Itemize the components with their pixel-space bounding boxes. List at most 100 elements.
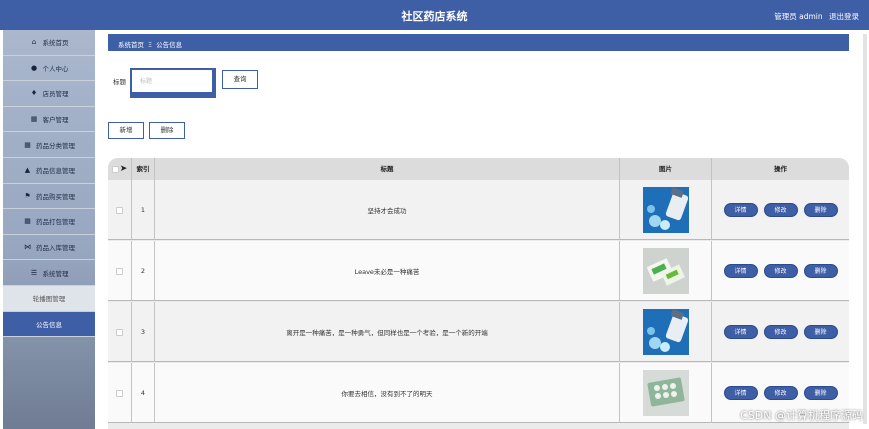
row-checkbox[interactable] — [116, 328, 123, 336]
row-title: 坚持才会成功 — [155, 180, 620, 240]
row-select-cell — [108, 302, 132, 362]
row-image-cell — [620, 363, 712, 423]
row-image-cell — [620, 302, 712, 362]
row-actions: 详情 修改 删除 — [712, 302, 849, 362]
thumbs-up-icon: ▲ — [24, 166, 31, 175]
sidebar-subitem-announcements[interactable]: 公告信息 — [3, 311, 95, 338]
grid-icon: ▦ — [24, 217, 31, 226]
breadcrumb: 系统首页 Ξ 公告信息 — [108, 34, 849, 51]
row-index: 1 — [132, 180, 155, 240]
delete-button[interactable]: 删除 — [803, 325, 838, 339]
add-button[interactable]: 新增 — [108, 122, 144, 139]
row-index: 2 — [132, 241, 155, 301]
sidebar-item-label: 店员管理 — [42, 90, 69, 99]
edit-button[interactable]: 修改 — [763, 203, 798, 217]
medicine-thumbnail-image — [642, 370, 689, 416]
grid-icon: ▦ — [24, 140, 31, 149]
search-label: 标题 — [113, 78, 126, 86]
bowtie-icon: ⋈ — [24, 243, 31, 252]
breadcrumb-current: 公告信息 — [156, 41, 183, 49]
table-row: 3 离开是一种痛苦，是一种勇气，但同样也是一个考验，是一个新的开端 详情 修改 … — [108, 302, 849, 362]
sidebar-item-drug-purchase[interactable]: ⚑ 药品购买管理 — [3, 184, 95, 210]
row-title: 离开是一种痛苦，是一种勇气，但同样也是一个考验，是一个新的开端 — [155, 302, 620, 362]
sidebar-item-drug-categories[interactable]: ▦ 药品分类管理 — [3, 132, 95, 158]
sidebar-item-home[interactable]: ⌂ 系统首页 — [3, 30, 95, 56]
sidebar-item-label: 药品分类管理 — [36, 141, 75, 150]
sidebar-item-label: 药品购买管理 — [36, 192, 75, 201]
row-title: Leave未必是一种痛苦 — [155, 241, 620, 301]
table-header: ➤ 索引 标题 图片 操作 — [108, 158, 849, 180]
table-row: 4 你要去相信，没有到不了的明天 详情 修改 删除 — [108, 363, 849, 423]
edit-button[interactable]: 修改 — [763, 386, 798, 400]
list-icon: ☰ — [30, 268, 38, 277]
sidebar-item-label: 个人中心 — [42, 64, 69, 73]
sidebar-item-label: 系统首页 — [42, 39, 69, 48]
query-button[interactable]: 查询 — [222, 70, 258, 89]
batch-delete-button[interactable]: 删除 — [149, 122, 185, 139]
current-user: 管理员 admin — [774, 12, 823, 21]
table-row: 1 坚持才会成功 详情 修改 删除 — [108, 180, 849, 240]
breadcrumb-home[interactable]: 系统首页 — [118, 41, 144, 49]
row-checkbox[interactable] — [116, 389, 123, 397]
user-icon: ● — [30, 63, 38, 72]
delete-button[interactable]: 删除 — [803, 264, 838, 278]
sidebar-item-drug-stock-in[interactable]: ⋈ 药品入库管理 — [3, 235, 95, 261]
flag-icon: ⚑ — [24, 191, 31, 200]
row-index: 4 — [132, 363, 155, 423]
row-select-cell — [108, 241, 132, 301]
sidebar-item-label: 客户管理 — [42, 116, 69, 125]
row-image-cell — [620, 241, 712, 301]
detail-button[interactable]: 详情 — [723, 386, 758, 400]
delete-button[interactable]: 删除 — [803, 386, 838, 400]
row-image-cell — [620, 180, 712, 240]
row-select-cell — [108, 363, 132, 423]
column-header-index: 索引 — [132, 158, 155, 180]
sidebar-item-system[interactable]: ☰ 系统管理 — [3, 260, 95, 286]
grid-icon: ▦ — [30, 115, 38, 124]
sidebar-item-drug-info[interactable]: ▲ 药品信息管理 — [3, 158, 95, 184]
mouse-cursor-icon: ➤ — [119, 164, 128, 174]
medicine-thumbnail-image — [642, 248, 689, 294]
sidebar-item-label: 药品信息管理 — [36, 167, 75, 176]
app-title: 社区药店系统 — [401, 10, 468, 23]
column-header-image: 图片 — [620, 158, 712, 180]
column-header-title: 标题 — [155, 158, 620, 180]
delete-button[interactable]: 删除 — [803, 203, 838, 217]
row-checkbox[interactable] — [116, 206, 123, 214]
location-pin-icon: ♦ — [30, 89, 38, 98]
edit-button[interactable]: 修改 — [763, 264, 798, 278]
row-select-cell — [108, 180, 132, 240]
logout-link[interactable]: 退出登录 — [829, 12, 859, 21]
search-input[interactable] — [132, 70, 212, 92]
home-icon: ⌂ — [31, 38, 37, 47]
medicine-thumbnail-image — [642, 187, 689, 233]
edit-button[interactable]: 修改 — [763, 325, 798, 339]
sidebar-item-clerks[interactable]: ♦ 店员管理 — [3, 81, 95, 107]
user-area: 管理员 admin 退出登录 — [770, 11, 859, 22]
sidebar: ⌂ 系统首页 ● 个人中心 ♦ 店员管理 ▦ 客户管理 ▦ 药品分类管理 ▲ 药品信息管理 … — [3, 30, 95, 429]
page-scrollbar[interactable] — [863, 34, 867, 424]
select-all-checkbox[interactable] — [111, 165, 119, 173]
sidebar-item-drug-packing[interactable]: ▦ 药品打包管理 — [3, 209, 95, 235]
table-row: 2 Leave未必是一种痛苦 详情 修改 删除 — [108, 241, 849, 301]
detail-button[interactable]: 详情 — [723, 203, 758, 217]
top-bar: 社区药店系统 管理员 admin 退出登录 — [0, 0, 869, 30]
sidebar-item-label: 系统管理 — [42, 269, 69, 278]
medicine-thumbnail-image — [642, 309, 689, 355]
column-header-actions: 操作 — [774, 165, 787, 173]
detail-button[interactable]: 详情 — [723, 264, 758, 278]
select-all-header[interactable]: ➤ — [108, 158, 132, 180]
detail-button[interactable]: 详情 — [723, 325, 758, 339]
row-actions: 详情 修改 删除 — [712, 241, 849, 301]
row-actions: 详情 修改 删除 — [712, 180, 849, 240]
row-title: 你要去相信，没有到不了的明天 — [155, 363, 620, 423]
row-index: 3 — [132, 302, 155, 362]
watermark: CSDN @计算机程序源码 — [740, 409, 863, 422]
sidebar-item-label: 药品入库管理 — [36, 244, 75, 253]
row-checkbox[interactable] — [116, 267, 123, 275]
sidebar-item-profile[interactable]: ● 个人中心 — [3, 56, 95, 82]
sidebar-item-customers[interactable]: ▦ 客户管理 — [3, 107, 95, 133]
sidebar-item-label: 药品打包管理 — [36, 218, 75, 227]
breadcrumb-separator: Ξ — [148, 41, 153, 49]
sidebar-subitem-carousel[interactable]: 轮播图管理 — [3, 285, 95, 312]
